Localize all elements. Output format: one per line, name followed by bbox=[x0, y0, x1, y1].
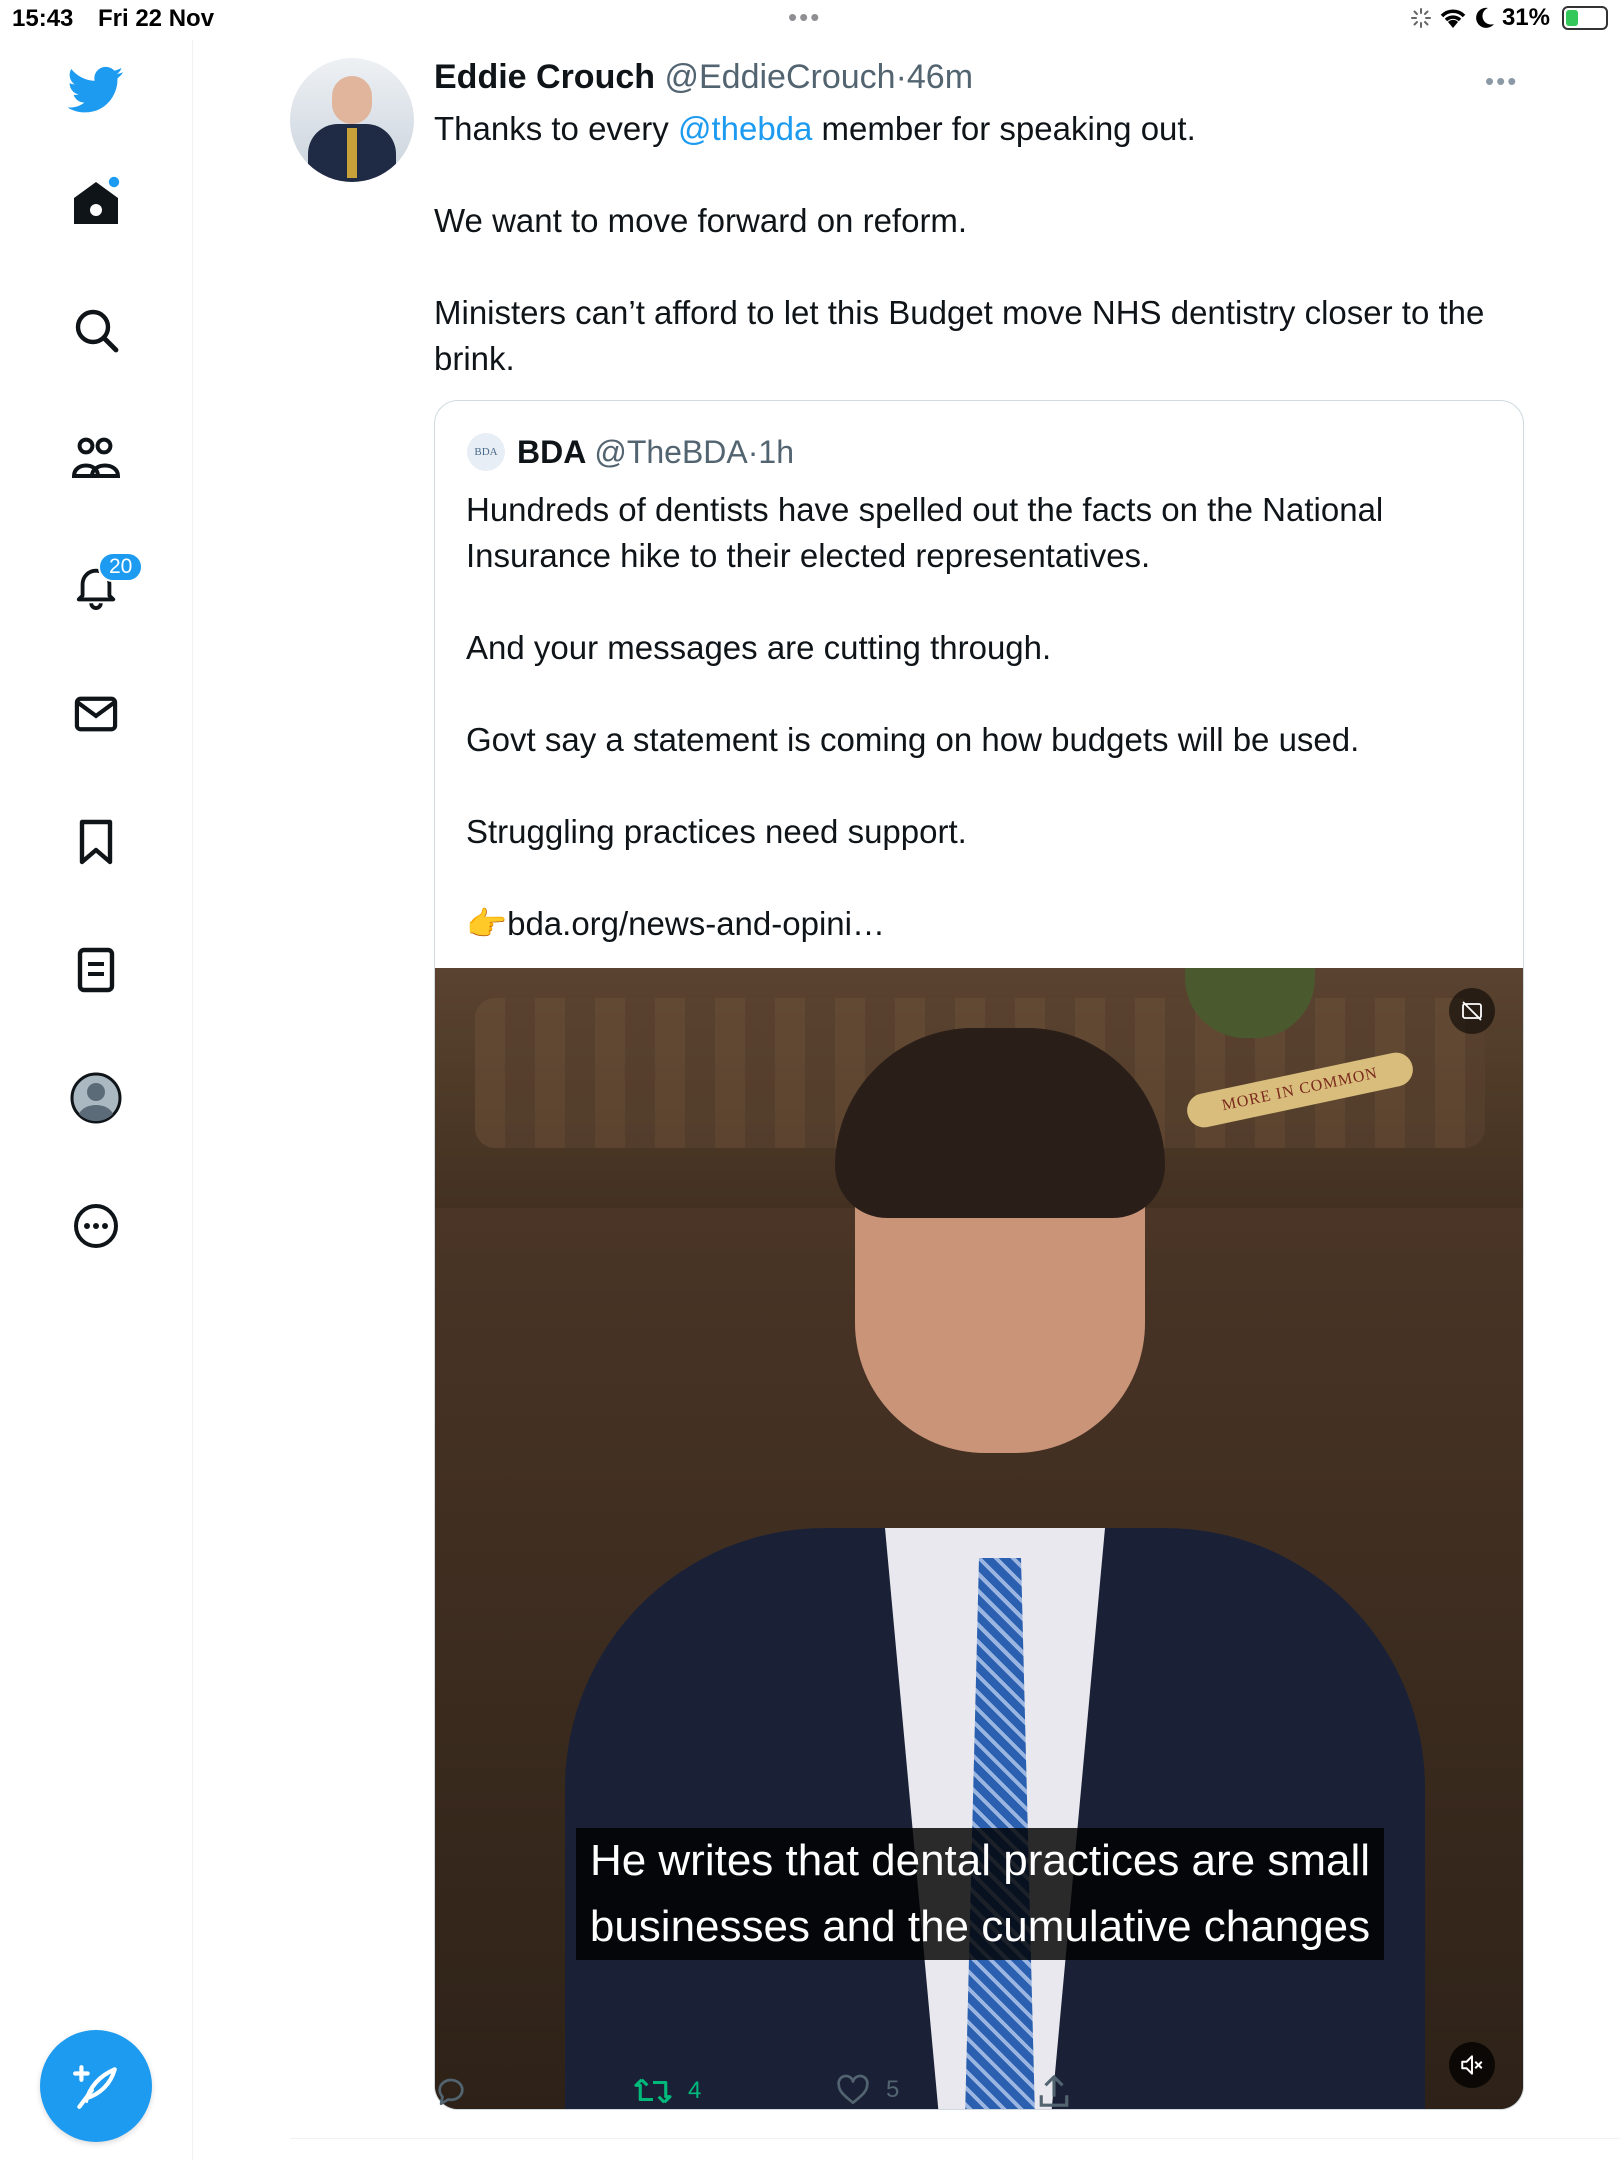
do-not-disturb-moon-icon bbox=[1476, 7, 1494, 28]
multitasking-dots-icon[interactable]: ••• bbox=[788, 2, 821, 33]
author-name[interactable]: Eddie Crouch bbox=[434, 58, 655, 96]
heart-icon bbox=[837, 2074, 869, 2105]
quoted-paragraph: Hundreds of dentists have spelled out th… bbox=[466, 491, 1384, 574]
sidebar-item-messages[interactable] bbox=[64, 682, 128, 746]
quoted-paragraph: And your messages are cutting through. bbox=[466, 629, 1052, 666]
profile-avatar-icon bbox=[70, 1072, 122, 1124]
quoted-separator: · bbox=[747, 433, 759, 470]
tweet-text: Thanks to every @thebda member for speak… bbox=[434, 106, 1514, 382]
quoted-paragraph: Struggling practices need support. bbox=[466, 813, 967, 850]
sidebar-item-more[interactable] bbox=[64, 1194, 128, 1258]
quoted-time[interactable]: 1h bbox=[758, 434, 794, 471]
messages-envelope-icon bbox=[74, 696, 118, 732]
retweet-icon bbox=[634, 2078, 672, 2104]
battery-percent: 31% bbox=[1501, 4, 1550, 31]
communities-icon bbox=[71, 437, 121, 478]
wifi-icon bbox=[1440, 9, 1466, 28]
loading-spinner-icon bbox=[1410, 8, 1431, 28]
caption-line: He writes that dental practices are smal… bbox=[575, 1828, 1385, 1894]
bookmark-icon bbox=[79, 819, 113, 865]
twitter-logo[interactable] bbox=[64, 58, 128, 122]
quoted-tweet[interactable]: BDA BDA @TheBDA · 1h Hundreds of dentists … bbox=[434, 400, 1524, 2110]
tweet-time[interactable]: 46m bbox=[907, 58, 973, 96]
retweet-count: 4 bbox=[688, 2077, 702, 2104]
sidebar-item-profile[interactable] bbox=[64, 1066, 128, 1130]
video-player[interactable]: MORE IN COMMON He writes that dental pra… bbox=[435, 968, 1523, 2109]
reply-button[interactable] bbox=[434, 2074, 484, 2108]
reply-icon bbox=[438, 2078, 464, 2106]
tweet-divider bbox=[290, 2138, 1620, 2139]
quoted-paragraph: Govt say a statement is coming on how bu… bbox=[466, 721, 1360, 758]
author-handle[interactable]: @EddieCrouch bbox=[664, 58, 895, 96]
quoted-link[interactable]: 👉bda.org/news-and-opini… bbox=[466, 901, 1496, 947]
share-button[interactable] bbox=[1038, 2074, 1070, 2108]
bda-logo[interactable]: BDA bbox=[467, 433, 505, 471]
video-flag-button[interactable] bbox=[1449, 988, 1495, 1034]
battery-icon: ⚡ bbox=[1562, 4, 1608, 30]
mention-link[interactable]: @thebda bbox=[678, 110, 812, 147]
retweet-button[interactable]: 4 bbox=[634, 2074, 701, 2108]
tweet-actions: 4 5 bbox=[434, 2074, 1524, 2124]
tweet-text-part: member for speaking out. bbox=[812, 110, 1196, 147]
search-icon bbox=[75, 309, 119, 353]
tweet-text-part: Thanks to every bbox=[434, 110, 678, 147]
quoted-tweet-text: Hundreds of dentists have spelled out th… bbox=[466, 487, 1496, 947]
captions-off-icon bbox=[1462, 1001, 1482, 1021]
sidebar-item-bookmarks[interactable] bbox=[64, 810, 128, 874]
like-button[interactable]: 5 bbox=[836, 2074, 899, 2106]
status-time: 15:43 bbox=[12, 5, 74, 32]
tweet-more-icon[interactable]: ••• bbox=[1485, 66, 1518, 97]
sidebar-item-home[interactable] bbox=[64, 170, 128, 234]
twitter-bird-icon bbox=[68, 66, 124, 113]
like-count: 5 bbox=[886, 2076, 900, 2103]
tweet-paragraph: We want to move forward on reform. bbox=[434, 202, 968, 239]
tweet-header: Eddie Crouch @EddieCrouch·46m bbox=[434, 58, 973, 97]
sidebar-item-communities[interactable] bbox=[64, 426, 128, 490]
quoted-tweet-header: BDA BDA @TheBDA · 1h bbox=[467, 433, 794, 471]
compose-feather-icon bbox=[73, 2065, 117, 2109]
quoted-author-name[interactable]: BDA bbox=[517, 434, 586, 471]
sidebar-item-lists[interactable] bbox=[64, 938, 128, 1002]
tweet-paragraph: Ministers can’t afford to let this Budge… bbox=[434, 294, 1485, 377]
status-bar: 15:43 Fri 22 Nov ••• 31% ⚡ bbox=[0, 0, 1620, 40]
lists-icon bbox=[77, 947, 115, 993]
home-icon bbox=[74, 176, 120, 224]
header-separator: · bbox=[895, 58, 907, 96]
caption-line: businesses and the cumulative changes bbox=[575, 1894, 1385, 1960]
compose-tweet-button[interactable] bbox=[40, 2030, 152, 2142]
more-circle-icon bbox=[74, 1204, 118, 1248]
notifications-badge: 20 bbox=[98, 552, 144, 582]
status-indicators: 31% ⚡ bbox=[1410, 4, 1608, 32]
sidebar-item-notifications[interactable]: 20 bbox=[64, 552, 144, 618]
share-upload-icon bbox=[1039, 2075, 1069, 2107]
sidebar-item-search[interactable] bbox=[64, 298, 128, 362]
quoted-author-handle[interactable]: @TheBDA bbox=[594, 434, 747, 471]
sidebar-nav: 20 bbox=[0, 40, 193, 2160]
video-caption: He writes that dental practices are smal… bbox=[435, 1828, 1523, 1960]
status-date: Fri 22 Nov bbox=[98, 5, 215, 32]
author-avatar[interactable] bbox=[290, 58, 414, 182]
